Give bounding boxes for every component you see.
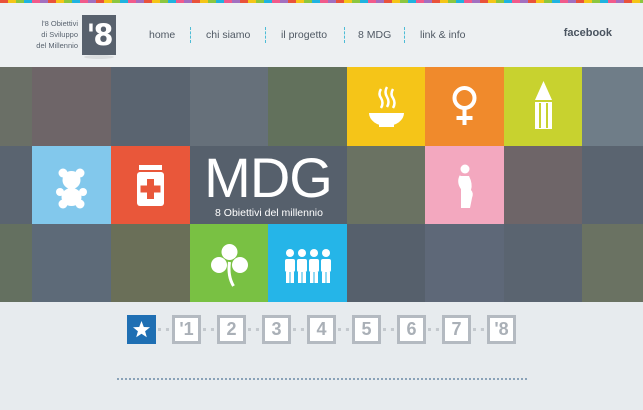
nav-separator xyxy=(404,27,405,43)
background-tile xyxy=(32,224,111,302)
goal-tile-child-mortality[interactable] xyxy=(32,146,111,225)
site-logo[interactable]: '8 xyxy=(82,15,116,55)
goals-mosaic: MDG 8 Obiettivi del millennio xyxy=(0,67,643,302)
footer-divider xyxy=(117,378,527,380)
background-tile xyxy=(111,67,190,146)
brand-tagline: l'8 Obiettivi di Sviluppo del Millennio xyxy=(20,18,78,51)
brand-line-2: di Sviluppo xyxy=(41,30,78,39)
background-tile xyxy=(504,224,583,302)
background-tile xyxy=(0,67,32,146)
background-tile xyxy=(190,67,269,146)
background-tile xyxy=(32,67,111,146)
pager-separator xyxy=(293,328,304,331)
nav-separator xyxy=(344,27,345,43)
hero-title: MDG xyxy=(204,146,333,209)
background-tile xyxy=(347,224,426,302)
pager-item-3[interactable]: 3 xyxy=(262,315,291,344)
child-teddy-icon xyxy=(56,168,87,209)
goal-tile-maternal-health[interactable] xyxy=(425,146,504,225)
nav-separator xyxy=(265,27,266,43)
pager-separator xyxy=(338,328,349,331)
background-tile xyxy=(347,146,426,225)
background-tile xyxy=(582,224,643,302)
goal-tile-partnership[interactable] xyxy=(268,224,347,302)
pager-separator xyxy=(473,328,484,331)
background-tile xyxy=(425,224,504,302)
logo-shadow xyxy=(84,55,114,59)
background-tile xyxy=(0,146,32,225)
pager-star-button[interactable] xyxy=(127,315,156,344)
pager-separator xyxy=(203,328,214,331)
background-tile xyxy=(582,67,643,146)
goal-tile-health[interactable] xyxy=(111,146,190,225)
health-medicine-icon xyxy=(137,165,164,206)
pager-item-2[interactable]: 2 xyxy=(217,315,246,344)
hunger-bowl-icon xyxy=(369,86,404,127)
pager-item-5[interactable]: 5 xyxy=(352,315,381,344)
site-header: l'8 Obiettivi di Sviluppo del Millennio … xyxy=(0,3,643,67)
background-tile xyxy=(582,146,643,225)
background-tile xyxy=(111,224,190,302)
nav-item-il-progetto[interactable]: il progetto xyxy=(281,23,327,47)
facebook-link[interactable]: facebook xyxy=(564,27,612,39)
background-tile xyxy=(504,146,583,225)
pager-separator xyxy=(383,328,394,331)
pager-item-8[interactable]: '8 xyxy=(487,315,516,344)
pager-separator xyxy=(158,328,169,331)
pager-item-1[interactable]: '1 xyxy=(172,315,201,344)
partnership-people-icon xyxy=(285,249,331,283)
brand-line-3: del Millennio xyxy=(36,41,78,50)
brand-line-1: l'8 Obiettivi xyxy=(41,19,78,28)
background-tile xyxy=(0,224,32,302)
pager-separator xyxy=(428,328,439,331)
nav-item-home[interactable]: home xyxy=(149,23,175,47)
goal-tile-education[interactable] xyxy=(504,67,583,146)
education-pencil-icon xyxy=(535,81,552,129)
nav-item-link-info[interactable]: link & info xyxy=(420,23,466,47)
goal-tile-environment[interactable] xyxy=(190,224,269,302)
pager-separator xyxy=(248,328,259,331)
nav-item-chi-siamo[interactable]: chi siamo xyxy=(206,23,250,47)
hero-subtitle: 8 Obiettivi del millennio xyxy=(215,207,323,219)
background-tile xyxy=(268,67,347,146)
environment-clover-icon xyxy=(211,244,248,287)
pager-item-6[interactable]: 6 xyxy=(397,315,426,344)
gender-equality-icon xyxy=(452,86,477,125)
star-icon xyxy=(133,321,150,338)
pager-item-7[interactable]: 7 xyxy=(442,315,471,344)
pager-item-4[interactable]: 4 xyxy=(307,315,336,344)
nav-item-8-mdg[interactable]: 8 MDG xyxy=(358,23,391,47)
nav-separator xyxy=(190,27,191,43)
maternal-health-icon xyxy=(458,164,473,208)
goal-tile-hunger[interactable] xyxy=(347,67,426,146)
goal-tile-gender-equality[interactable] xyxy=(425,67,504,146)
